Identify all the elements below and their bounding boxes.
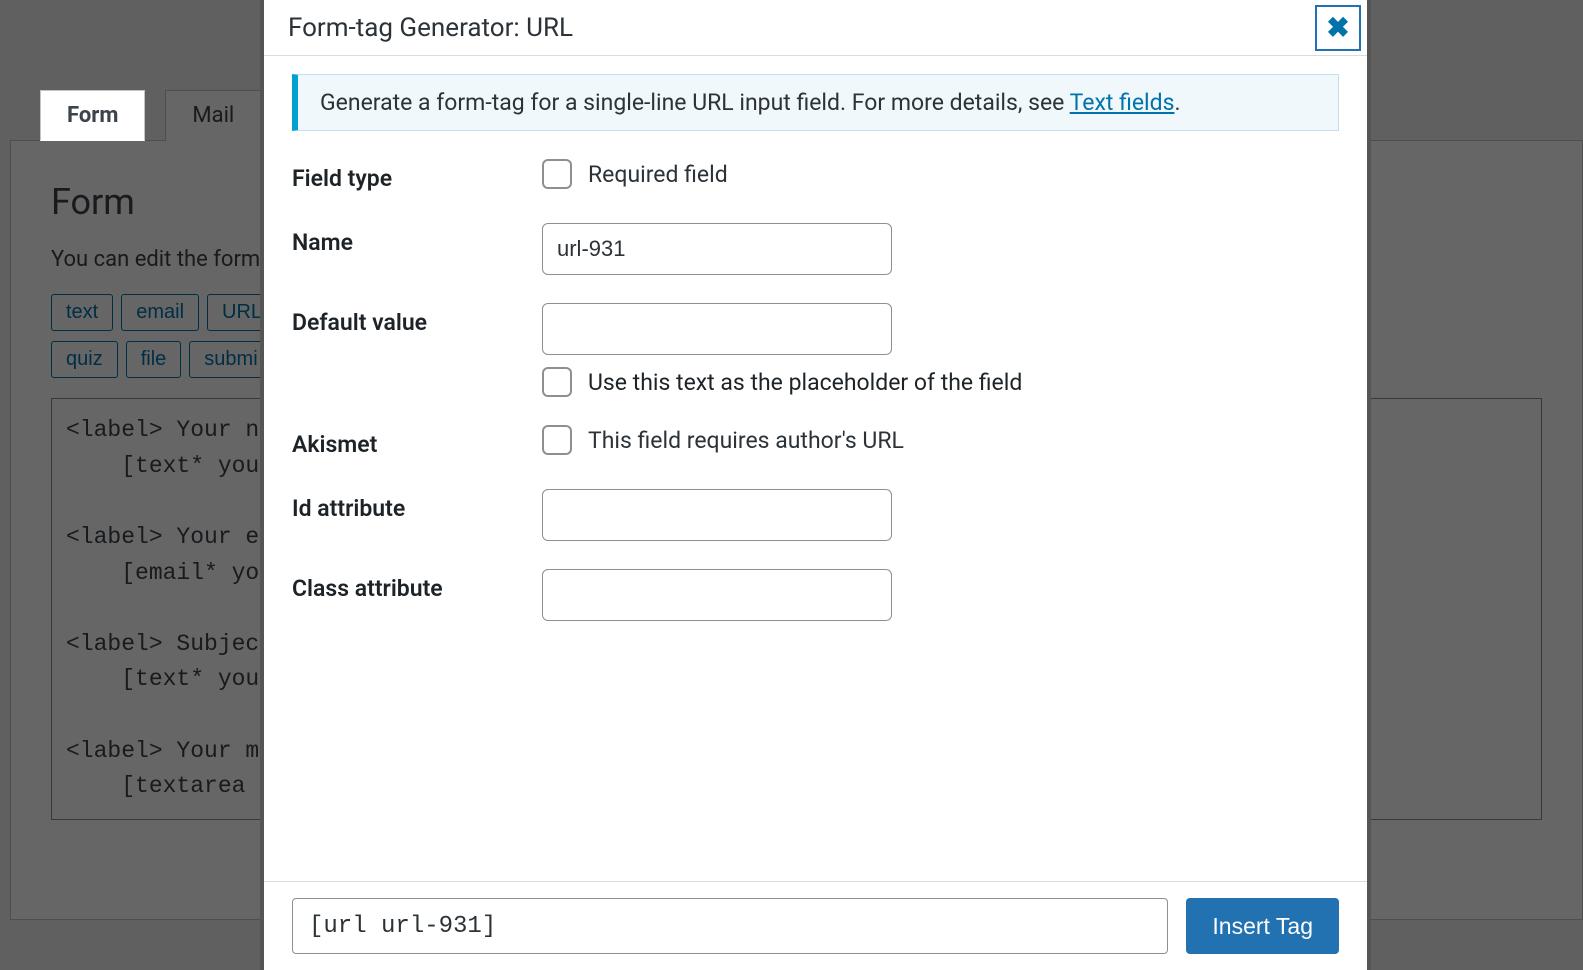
info-link[interactable]: Text fields [1070, 89, 1175, 116]
row-akismet: Akismet This field requires author's URL [292, 425, 1339, 461]
akismet-checkbox[interactable] [542, 425, 572, 455]
modal-footer: Insert Tag [264, 881, 1367, 970]
info-box: Generate a form-tag for a single-line UR… [292, 74, 1339, 131]
akismet-chk-label: This field requires author's URL [588, 427, 904, 454]
info-text-before: Generate a form-tag for a single-line UR… [320, 89, 1070, 116]
required-field-line[interactable]: Required field [542, 159, 1339, 189]
akismet-line[interactable]: This field requires author's URL [542, 425, 1339, 455]
tag-output[interactable] [292, 898, 1168, 954]
label-field-type: Field type [292, 159, 542, 192]
id-attribute-input[interactable] [542, 489, 892, 541]
row-name: Name [292, 223, 1339, 275]
row-id-attribute: Id attribute [292, 489, 1339, 541]
label-name: Name [292, 223, 542, 256]
label-default-value: Default value [292, 303, 542, 336]
info-text-after: . [1174, 89, 1180, 116]
label-class-attribute: Class attribute [292, 569, 542, 602]
required-checkbox[interactable] [542, 159, 572, 189]
placeholder-line[interactable]: Use this text as the placeholder of the … [542, 367, 1339, 397]
insert-tag-button[interactable]: Insert Tag [1186, 898, 1339, 954]
form-tag-generator-modal: Form-tag Generator: URL ✖ Generate a for… [260, 0, 1371, 970]
class-attribute-input[interactable] [542, 569, 892, 621]
close-button[interactable]: ✖ [1315, 5, 1361, 51]
label-akismet: Akismet [292, 425, 542, 458]
placeholder-label: Use this text as the placeholder of the … [588, 369, 1022, 396]
row-field-type: Field type Required field [292, 159, 1339, 195]
placeholder-checkbox[interactable] [542, 367, 572, 397]
row-default-value: Default value Use this text as the place… [292, 303, 1339, 397]
row-class-attribute: Class attribute [292, 569, 1339, 621]
name-input[interactable] [542, 223, 892, 275]
modal-title: Form-tag Generator: URL [288, 13, 573, 43]
tab-form[interactable]: Form [40, 90, 145, 141]
default-value-input[interactable] [542, 303, 892, 355]
modal-body: Generate a form-tag for a single-line UR… [264, 56, 1367, 881]
close-icon: ✖ [1326, 11, 1349, 44]
required-label: Required field [588, 161, 728, 188]
label-id-attribute: Id attribute [292, 489, 542, 522]
modal-header: Form-tag Generator: URL ✖ [264, 0, 1367, 56]
